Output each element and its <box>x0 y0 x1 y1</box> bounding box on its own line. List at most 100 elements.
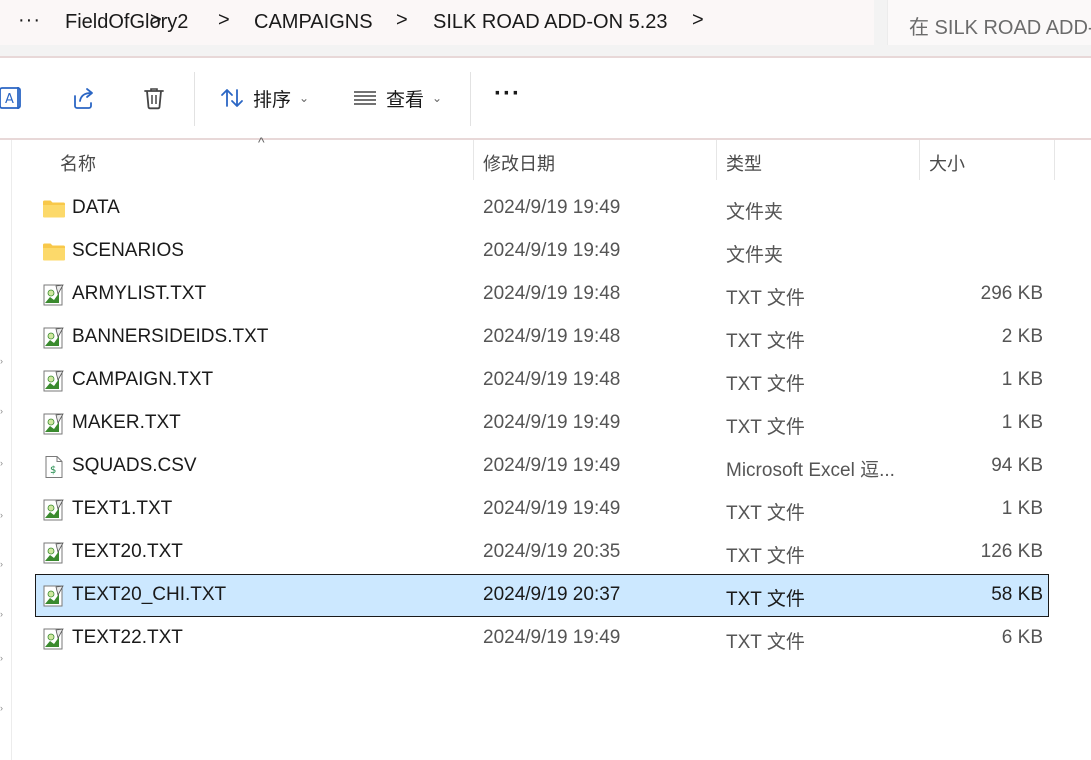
column-resize-handle[interactable] <box>919 140 920 180</box>
svg-text:A: A <box>5 92 14 107</box>
column-header-name[interactable]: 名称 <box>60 150 96 176</box>
file-name: TEXT1.TXT <box>72 498 173 519</box>
file-row[interactable]: TEXT20_CHI.TXT 2024/9/19 20:37 TXT 文件 58 KB <box>35 574 1049 617</box>
file-size: 126 KB <box>980 541 1043 562</box>
file-modified-date: 2024/9/19 19:49 <box>483 412 621 433</box>
file-row[interactable]: DATA 2024/9/19 19:49 文件夹 <box>35 187 1049 230</box>
file-row[interactable]: TEXT22.TXT 2024/9/19 19:49 TXT 文件 6 KB <box>35 617 1049 660</box>
file-row[interactable]: TEXT1.TXT 2024/9/19 19:49 TXT 文件 1 KB <box>35 488 1049 531</box>
search-placeholder: 在 SILK ROAD ADD-ON 5.23 中搜索 <box>909 17 1091 39</box>
chevron-right-icon[interactable]: › <box>0 357 4 366</box>
file-name: ARMYLIST.TXT <box>72 283 207 304</box>
file-name: TEXT20_CHI.TXT <box>72 584 227 605</box>
sort-label: 排序 <box>253 89 292 111</box>
file-size: 296 KB <box>980 283 1043 304</box>
text-file-icon <box>42 584 66 608</box>
column-resize-handle[interactable] <box>473 140 474 180</box>
text-file-icon <box>42 541 66 565</box>
file-list: DATA 2024/9/19 19:49 文件夹 SCENARIOS 2024/9/19… <box>35 187 1049 660</box>
file-name: DATA <box>72 197 120 218</box>
file-type: TXT 文件 <box>726 417 805 438</box>
address-bar: ··· > FieldOfGlory2 > CAMPAIGNS > SILK R… <box>0 0 1091 56</box>
sort-ascending-icon: ^ <box>258 134 265 150</box>
file-type: TXT 文件 <box>726 288 805 309</box>
nav-pane-border <box>11 140 12 760</box>
view-label: 查看 <box>386 89 425 111</box>
text-file-icon <box>42 498 66 522</box>
file-name: BANNERSIDEIDS.TXT <box>72 326 269 347</box>
toolbar-divider <box>194 72 195 126</box>
more-options-button[interactable]: ··· <box>494 80 521 108</box>
file-row[interactable]: ARMYLIST.TXT 2024/9/19 19:48 TXT 文件 296 KB <box>35 273 1049 316</box>
rename-icon[interactable]: A <box>0 84 24 112</box>
file-modified-date: 2024/9/19 19:49 <box>483 627 621 648</box>
folder-icon <box>42 240 66 264</box>
chevron-right-icon[interactable]: › <box>0 459 4 468</box>
chevron-right-icon[interactable]: > <box>218 9 230 32</box>
file-row[interactable]: TEXT20.TXT 2024/9/19 20:35 TXT 文件 126 KB <box>35 531 1049 574</box>
file-row[interactable]: SCENARIOS 2024/9/19 19:49 文件夹 <box>35 230 1049 273</box>
file-name: SCENARIOS <box>72 240 184 261</box>
file-name: TEXT20.TXT <box>72 541 183 562</box>
file-type: Microsoft Excel 逗... <box>726 460 895 481</box>
file-size: 1 KB <box>1001 412 1043 433</box>
file-type: TXT 文件 <box>726 632 805 653</box>
file-type: 文件夹 <box>726 245 784 266</box>
chevron-right-icon[interactable]: > <box>692 9 704 32</box>
chevron-down-icon: ⌄ <box>432 91 443 105</box>
file-size: 94 KB <box>991 455 1043 476</box>
sort-icon <box>221 89 243 107</box>
delete-icon[interactable] <box>140 84 168 112</box>
toolbar-divider <box>470 72 471 126</box>
column-header-type[interactable]: 类型 <box>726 150 762 176</box>
file-modified-date: 2024/9/19 19:48 <box>483 326 621 347</box>
file-row[interactable]: CAMPAIGN.TXT 2024/9/19 19:48 TXT 文件 1 KB <box>35 359 1049 402</box>
file-size: 6 KB <box>1001 627 1043 648</box>
search-input[interactable]: 在 SILK ROAD ADD-ON 5.23 中搜索 <box>887 0 1091 45</box>
view-button[interactable]: 查看 ⌄ <box>352 84 442 112</box>
file-modified-date: 2024/9/19 19:48 <box>483 369 621 390</box>
chevron-right-icon[interactable]: › <box>0 407 4 416</box>
svg-text:$: $ <box>50 465 56 476</box>
chevron-right-icon[interactable]: > <box>396 9 408 32</box>
file-row[interactable]: BANNERSIDEIDS.TXT 2024/9/19 19:48 TXT 文件 2 … <box>35 316 1049 359</box>
file-name: SQUADS.CSV <box>72 455 197 476</box>
column-header-modified[interactable]: 修改日期 <box>483 150 555 176</box>
breadcrumb-item-fieldofglory2[interactable]: FieldOfGlory2 <box>65 11 188 34</box>
file-modified-date: 2024/9/19 19:49 <box>483 498 621 519</box>
breadcrumb-item-campaigns[interactable]: CAMPAIGNS <box>254 11 373 34</box>
text-file-icon <box>42 326 66 350</box>
file-type: TXT 文件 <box>726 589 805 610</box>
chevron-right-icon[interactable]: › <box>0 560 4 569</box>
file-row[interactable]: MAKER.TXT 2024/9/19 19:49 TXT 文件 1 KB <box>35 402 1049 445</box>
file-name: TEXT22.TXT <box>72 627 183 648</box>
file-size: 1 KB <box>1001 498 1043 519</box>
breadcrumb-overflow-button[interactable]: ··· <box>18 9 41 32</box>
share-icon[interactable] <box>69 84 97 112</box>
chevron-right-icon[interactable]: › <box>0 654 4 663</box>
file-type: TXT 文件 <box>726 374 805 395</box>
chevron-right-icon[interactable]: › <box>0 704 4 713</box>
file-size: 58 KB <box>991 584 1043 605</box>
file-row[interactable]: $ SQUADS.CSV 2024/9/19 19:49 Microsoft Exce… <box>35 445 1049 488</box>
text-file-icon <box>42 627 66 651</box>
breadcrumb-item-silk-road[interactable]: SILK ROAD ADD-ON 5.23 <box>433 11 668 34</box>
text-file-icon <box>42 369 66 393</box>
file-name: CAMPAIGN.TXT <box>72 369 214 390</box>
chevron-right-icon[interactable]: › <box>0 610 4 619</box>
file-modified-date: 2024/9/19 19:48 <box>483 283 621 304</box>
chevron-right-icon[interactable]: › <box>0 511 4 520</box>
breadcrumb[interactable]: ··· > FieldOfGlory2 > CAMPAIGNS > SILK R… <box>0 0 874 45</box>
column-header-row: ^ 名称 修改日期 类型 大小 <box>12 134 1091 180</box>
view-icon <box>354 91 376 105</box>
sort-button[interactable]: 排序 ⌄ <box>219 84 309 112</box>
file-modified-date: 2024/9/19 19:49 <box>483 240 621 261</box>
column-header-size[interactable]: 大小 <box>929 150 965 176</box>
file-type: 文件夹 <box>726 202 784 223</box>
column-resize-handle[interactable] <box>1054 140 1055 180</box>
file-name: MAKER.TXT <box>72 412 181 433</box>
file-modified-date: 2024/9/19 19:49 <box>483 197 621 218</box>
column-resize-handle[interactable] <box>716 140 717 180</box>
chevron-down-icon: ⌄ <box>299 91 310 105</box>
file-modified-date: 2024/9/19 20:35 <box>483 541 621 562</box>
